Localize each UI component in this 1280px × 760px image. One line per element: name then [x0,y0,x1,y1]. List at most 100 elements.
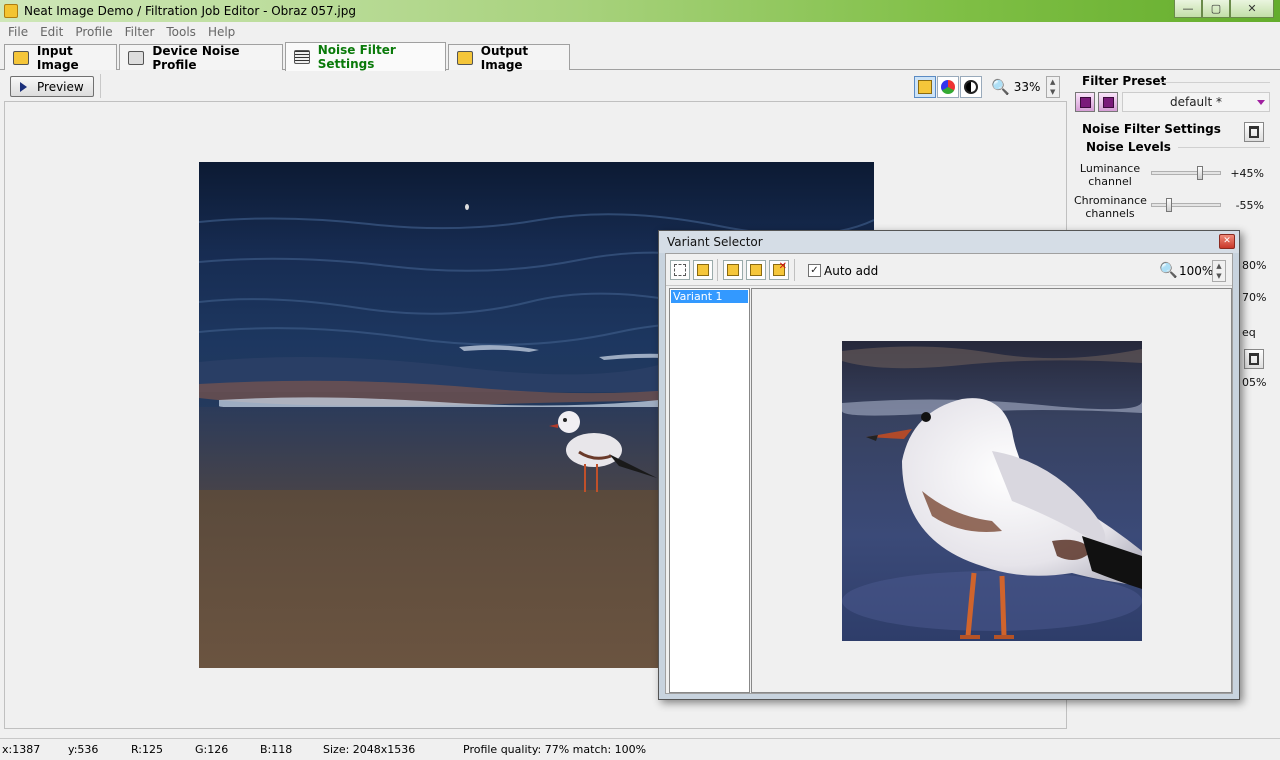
partial-value: 80% [1242,259,1267,272]
trash-icon [1249,126,1259,138]
list-item[interactable]: Variant 1 [671,290,748,303]
preview-label: Preview [37,79,84,94]
menu-help[interactable]: Help [202,25,241,39]
spin-up-icon[interactable]: ▲ [1213,261,1225,271]
dialog-body: ✕ ✓ Auto add 🔍 100% ▲ ▼ Variant 1 [665,253,1233,694]
chrominance-value: -55% [1235,199,1264,212]
menu-bar: File Edit Profile Filter Tools Help [0,22,1280,41]
minimize-button[interactable]: — [1174,0,1202,18]
save-preset-button[interactable] [1098,92,1118,112]
move-down-icon [750,264,762,276]
zoom-value: 33% [1013,80,1041,94]
partial-text: eq [1242,326,1256,339]
preset-dropdown[interactable]: default * [1122,92,1270,112]
duplicate-variant-icon [697,264,709,276]
variant-preview[interactable] [751,288,1232,693]
new-variant-button[interactable] [670,260,690,280]
chrominance-label: Chrominance channels [1074,194,1147,220]
tab-label: Noise Filter Settings [317,43,396,71]
tab-output-image[interactable]: Output Image [448,43,570,72]
trash-icon [1249,353,1259,365]
variant-list[interactable]: Variant 1 [669,288,750,693]
save-disk-icon [1102,96,1114,108]
toolbar-separator [100,74,101,98]
status-y: y:536 [68,743,99,756]
noise-filter-settings-title: Noise Filter Settings [1082,122,1221,136]
close-button[interactable]: ✕ [1230,0,1274,18]
variant-zoom-value: 100% [1179,264,1214,278]
variant-toolbar: ✕ ✓ Auto add 🔍 100% ▲ ▼ [666,254,1232,286]
delete-variant-button[interactable]: ✕ [769,260,789,280]
tab-label: Device Noise Profile [152,43,240,72]
move-down-button[interactable] [746,260,766,280]
view-brightness-button[interactable] [960,76,982,98]
tab-noise-filter-settings[interactable]: Noise Filter Settings [285,42,446,71]
spin-up-icon[interactable]: ▲ [1047,77,1059,87]
dialog-close-button[interactable]: ✕ [1219,234,1235,249]
chrominance-slider-thumb[interactable] [1166,198,1172,212]
tab-input-image[interactable]: Input Image [4,43,117,72]
gull-zoom-photo [842,341,1142,641]
preview-button[interactable]: Preview [10,76,94,97]
auto-add-label: Auto add [824,264,879,278]
status-bar: x:1387 y:536 R:125 G:126 B:118 Size: 204… [0,738,1280,760]
luminance-label-line-1: Luminance [1079,162,1141,175]
tab-device-noise-profile[interactable]: Device Noise Profile [119,43,283,72]
delete-button[interactable] [1244,349,1264,369]
luminance-value: +45% [1230,167,1264,180]
noise-filter-settings-icon [294,50,310,64]
divider [1178,147,1270,148]
variant-selector-dialog: Variant Selector ✕ ✕ ✓ Auto add 🔍 100% ▲… [658,230,1240,700]
input-image-icon [13,50,29,65]
view-channels-button[interactable] [937,76,959,98]
delete-settings-button[interactable] [1244,122,1264,142]
duplicate-variant-button[interactable] [693,260,713,280]
view-image-button[interactable] [914,76,936,98]
chrominance-slider[interactable] [1151,198,1221,212]
menu-file[interactable]: File [2,25,34,39]
tab-label: Output Image [480,43,529,72]
variant-zoom-spinner[interactable]: ▲ ▼ [1212,260,1226,282]
spin-down-icon[interactable]: ▼ [1213,271,1225,281]
luminance-slider-thumb[interactable] [1197,166,1203,180]
filter-preset-title: Filter Preset [1082,74,1167,88]
status-r: R:125 [131,743,164,756]
divider [1158,82,1270,83]
zoom-icon: 🔍 [1159,261,1178,279]
main-tab-bar: Input Image Device Noise Profile Noise F… [0,42,1280,72]
load-preset-button[interactable] [1075,92,1095,112]
move-up-button[interactable] [723,260,743,280]
output-image-icon [457,50,473,65]
app-icon [4,4,18,18]
new-variant-icon [674,264,686,276]
window-title: Neat Image Demo / Filtration Job Editor … [24,4,356,18]
zoom-spinner[interactable]: ▲ ▼ [1045,76,1060,98]
menu-edit[interactable]: Edit [34,25,69,39]
status-g: G:126 [195,743,229,756]
view-controls: 🔍 33% ▲ ▼ [914,75,1060,99]
partial-value: 05% [1242,376,1267,389]
partial-value: 70% [1242,291,1267,304]
rgb-channels-icon [941,80,955,94]
menu-profile[interactable]: Profile [69,25,118,39]
title-bar: Neat Image Demo / Filtration Job Editor … [0,0,1280,22]
image-layers-icon [918,80,932,94]
menu-tools[interactable]: Tools [160,25,202,39]
luminance-label-line-2: channel [1088,175,1132,188]
tab-label: Input Image [36,43,79,72]
dialog-title: Variant Selector [667,235,763,249]
auto-add-checkbox[interactable]: ✓ [808,264,821,277]
luminance-slider[interactable] [1151,166,1221,180]
noise-levels-title: Noise Levels [1086,140,1171,154]
play-icon [20,81,27,92]
maximize-button[interactable]: ▢ [1202,0,1230,18]
menu-filter[interactable]: Filter [119,25,161,39]
spin-down-icon[interactable]: ▼ [1047,87,1059,97]
zoom-icon: 🔍 [991,78,1010,96]
status-b: B:118 [260,743,293,756]
device-noise-profile-icon [128,50,145,65]
brightness-icon [964,80,978,94]
toolbar-separator [794,259,795,281]
window-controls: — ▢ ✕ [1174,0,1274,18]
luminance-label: Luminance channel [1074,162,1146,188]
